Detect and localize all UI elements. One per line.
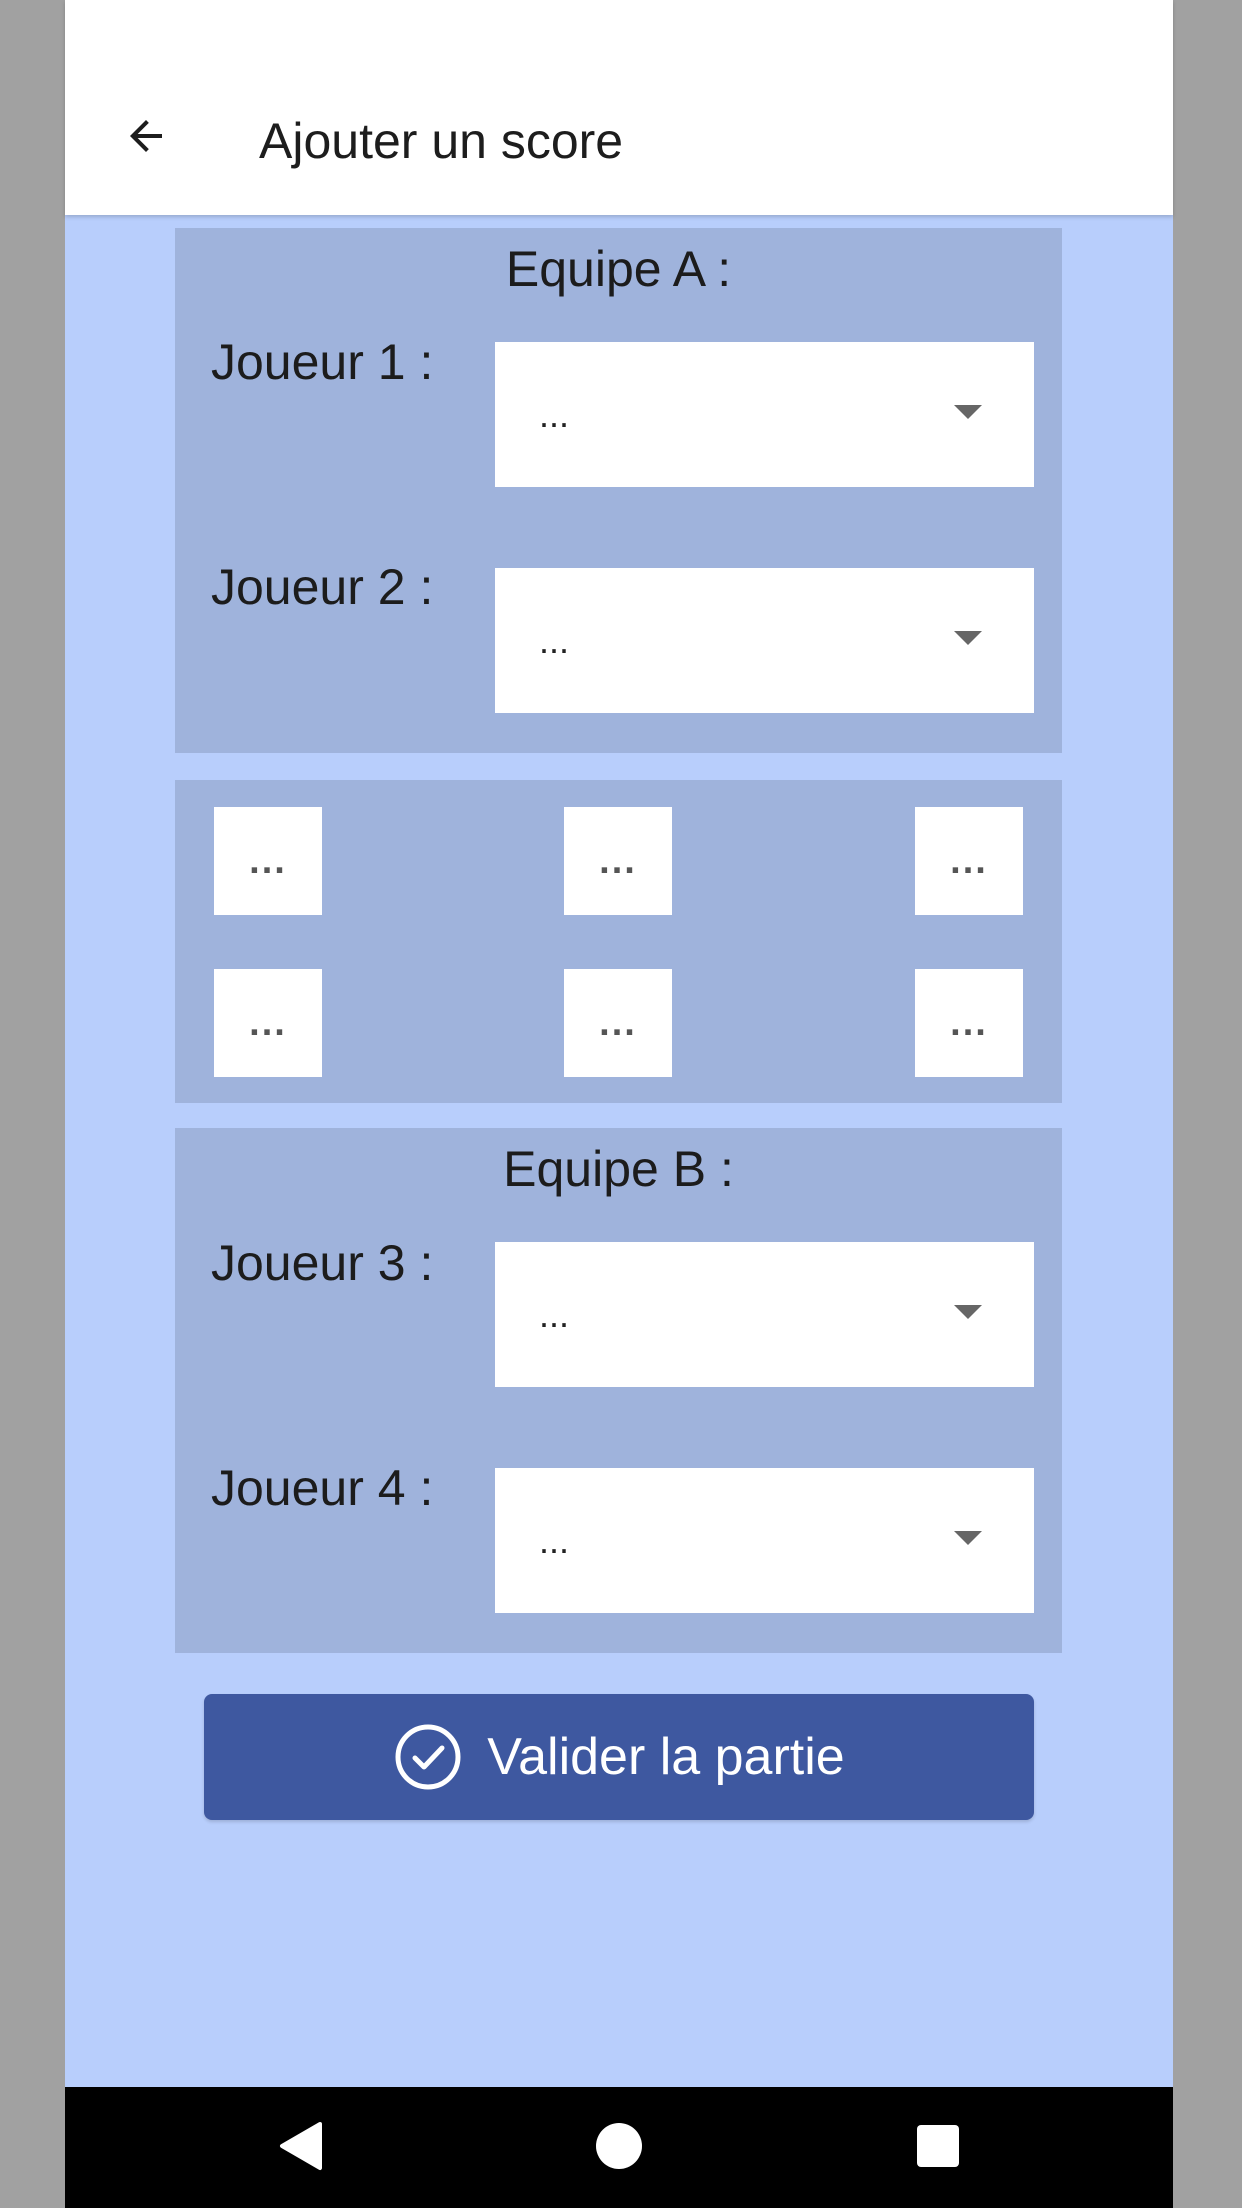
score-box[interactable]: ... bbox=[564, 807, 672, 915]
arrow-left-icon bbox=[130, 120, 162, 152]
team-b-title: Equipe B : bbox=[503, 1141, 734, 1197]
team-b-panel: Equipe B : Joueur 3 : ... Joueur 4 : ... bbox=[175, 1128, 1062, 1653]
player-1-label: Joueur 1 : bbox=[211, 334, 434, 390]
check-circle-icon bbox=[393, 1722, 463, 1792]
screen: Ajouter un score Equipe A : Joueur 1 : .… bbox=[65, 0, 1173, 2208]
validate-button[interactable]: Valider la partie bbox=[204, 1694, 1034, 1820]
recents-square-icon bbox=[917, 2125, 959, 2167]
page-title: Ajouter un score bbox=[259, 113, 624, 169]
team-a-title: Equipe A : bbox=[505, 241, 732, 297]
nav-home-button[interactable] bbox=[574, 2101, 664, 2191]
player-3-label: Joueur 3 : bbox=[211, 1235, 434, 1291]
player-3-value: ... bbox=[539, 1294, 570, 1335]
nav-recents-button[interactable] bbox=[893, 2101, 983, 2191]
player-4-value: ... bbox=[539, 1520, 570, 1561]
player-4-select[interactable]: ... bbox=[495, 1468, 1034, 1613]
player-1-select[interactable]: ... bbox=[495, 342, 1034, 487]
score-box[interactable]: ... bbox=[564, 969, 672, 1077]
player-2-label: Joueur 2 : bbox=[211, 559, 434, 615]
back-triangle-icon bbox=[280, 2122, 322, 2170]
validate-label: Valider la partie bbox=[487, 1728, 845, 1786]
back-button[interactable] bbox=[110, 100, 182, 172]
dropdown-arrow-icon bbox=[954, 405, 982, 419]
player-2-value: ... bbox=[539, 620, 570, 661]
team-a-panel: Equipe A : Joueur 1 : ... Joueur 2 : ... bbox=[175, 228, 1062, 753]
system-nav-bar bbox=[65, 2087, 1173, 2208]
player-3-select[interactable]: ... bbox=[495, 1242, 1034, 1387]
player-4-label: Joueur 4 : bbox=[211, 1460, 434, 1516]
dropdown-arrow-icon bbox=[954, 631, 982, 645]
nav-back-button[interactable] bbox=[255, 2101, 345, 2191]
dropdown-arrow-icon bbox=[954, 1305, 982, 1319]
score-box[interactable]: ... bbox=[214, 969, 322, 1077]
score-box[interactable]: ... bbox=[915, 969, 1023, 1077]
score-box[interactable]: ... bbox=[915, 807, 1023, 915]
app-bar: Ajouter un score bbox=[65, 0, 1173, 215]
dropdown-arrow-icon bbox=[954, 1531, 982, 1545]
home-circle-icon bbox=[596, 2123, 642, 2169]
player-2-select[interactable]: ... bbox=[495, 568, 1034, 713]
scores-panel: ... ... ... ... ... ... bbox=[175, 780, 1062, 1103]
score-box[interactable]: ... bbox=[214, 807, 322, 915]
player-1-value: ... bbox=[539, 394, 570, 435]
